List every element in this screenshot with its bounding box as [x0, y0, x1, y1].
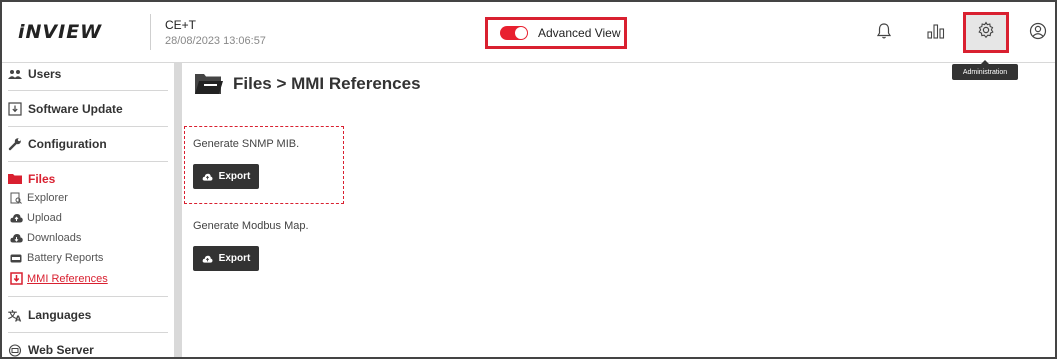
export-label: Export [218, 171, 251, 182]
download-box-icon [10, 272, 24, 285]
page-title: Files > MMI References [195, 72, 421, 96]
cloud-download-icon [10, 233, 24, 243]
snmp-mib-label: Generate SNMP MIB. [193, 138, 300, 150]
sidebar-subitem-label: Upload [27, 212, 62, 224]
administration-button[interactable] [963, 12, 1009, 53]
user-icon[interactable] [1027, 20, 1049, 42]
sidebar-item-label: Configuration [28, 137, 107, 151]
datetime-label: 28/08/2023 13:06:57 [165, 35, 266, 47]
explorer-icon [10, 192, 24, 204]
sidebar-item-web-server[interactable]: Web Server [8, 343, 168, 357]
sidebar-item-languages[interactable]: 文A Languages [8, 308, 168, 322]
web-server-icon [8, 343, 24, 357]
cloud-upload-icon [10, 213, 24, 223]
sidebar-divider [8, 161, 168, 162]
users-icon [8, 69, 24, 80]
sidebar-item-files[interactable]: Files [8, 172, 168, 186]
timezone-label: CE+T [165, 18, 197, 32]
sidebar-divider [8, 296, 168, 297]
sidebar-subitem-battery-reports[interactable]: Battery Reports [10, 252, 103, 264]
cloud-upload-icon [202, 255, 213, 263]
cloud-upload-icon [202, 173, 213, 181]
sidebar-item-label: Web Server [28, 343, 94, 357]
open-folder-icon [195, 72, 223, 96]
administration-tooltip: Administration [952, 60, 1018, 80]
download-box-icon [8, 102, 24, 116]
sidebar-subitem-label: Battery Reports [27, 252, 104, 264]
sidebar-item-software-update[interactable]: Software Update [8, 102, 168, 116]
modbus-map-label: Generate Modbus Map. [193, 220, 309, 232]
advanced-view-toggle[interactable]: Advanced View [485, 17, 627, 49]
sidebar-item-label: Users [28, 67, 62, 81]
sidebar-subitem-upload[interactable]: Upload [10, 212, 62, 224]
sidebar-subitem-label: Explorer [27, 192, 68, 204]
export-label: Export [218, 253, 251, 264]
folder-icon [8, 173, 24, 185]
sidebar-item-label: Files [28, 172, 56, 186]
sidebar-item-label: Languages [28, 308, 92, 322]
header-divider [150, 14, 151, 50]
sidebar-divider [8, 332, 168, 333]
sidebar-divider [8, 126, 168, 127]
translate-icon: 文A [8, 309, 24, 322]
sidebar-item-users[interactable]: Users [8, 67, 168, 81]
toggle-switch[interactable] [500, 26, 528, 40]
bar-chart-icon[interactable] [925, 20, 947, 42]
sidebar-item-configuration[interactable]: Configuration [8, 137, 168, 151]
sidebar-subitem-explorer[interactable]: Explorer [10, 192, 68, 204]
sidebar-subitem-label: Downloads [27, 232, 82, 244]
gear-icon [977, 21, 995, 44]
bell-icon[interactable] [873, 20, 895, 42]
sidebar-subitem-downloads[interactable]: Downloads [10, 232, 81, 244]
advanced-view-label: Advanced View [538, 26, 621, 40]
wrench-icon [8, 137, 24, 151]
export-snmp-button[interactable]: Export [193, 164, 259, 189]
sidebar-subitem-label: MMI References [27, 272, 108, 285]
battery-icon [10, 254, 24, 263]
svg-text:A: A [15, 314, 22, 322]
export-modbus-button[interactable]: Export [193, 246, 259, 271]
sidebar-item-label: Software Update [28, 102, 123, 116]
app-logo: iNVIEW [18, 21, 103, 43]
page-title-text: Files > MMI References [233, 74, 421, 93]
toggle-knob [515, 27, 527, 39]
sidebar-scrollbar[interactable] [174, 63, 182, 357]
sidebar-subitem-mmi-references[interactable]: MMI References [10, 272, 108, 285]
sidebar-divider [8, 90, 168, 91]
